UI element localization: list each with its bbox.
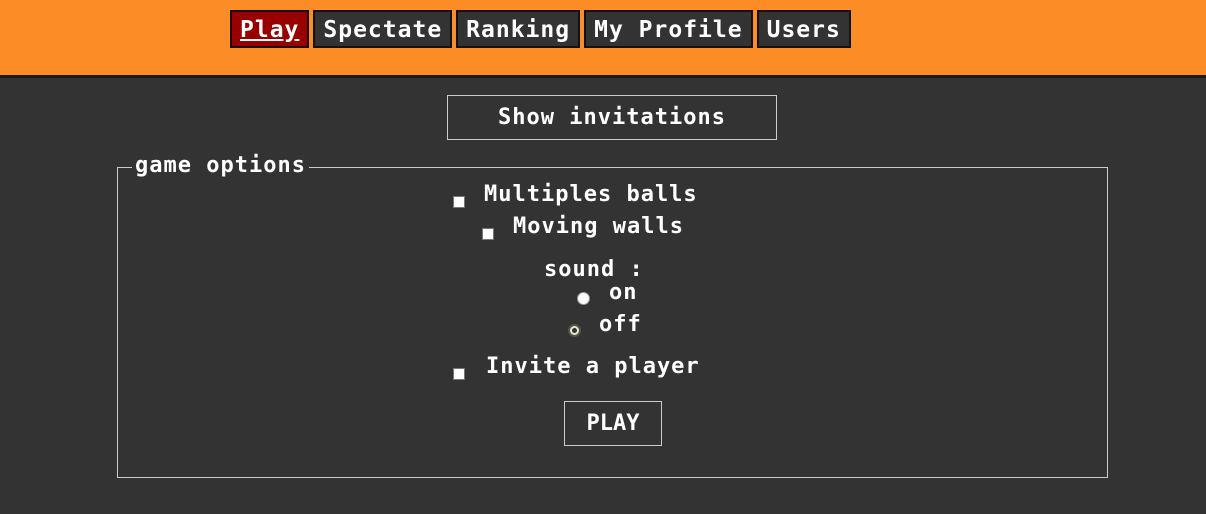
moving-walls-checkbox[interactable] [482, 228, 494, 240]
sound-on-label: on [609, 280, 638, 305]
game-options-panel: game options Multiples balls Moving wall… [117, 152, 1108, 478]
sound-off-label: off [599, 312, 642, 337]
top-bar: Play Spectate Ranking My Profile Users [0, 0, 1206, 78]
invite-player-label: Invite a player [486, 354, 700, 379]
nav-ranking[interactable]: Ranking [456, 10, 581, 48]
main-nav: Play Spectate Ranking My Profile Users [230, 10, 851, 48]
nav-users[interactable]: Users [756, 10, 851, 48]
sound-on-radio[interactable] [577, 292, 590, 305]
multiple-balls-checkbox[interactable] [453, 196, 465, 208]
game-options-legend: game options [132, 152, 309, 180]
nav-play[interactable]: Play [230, 10, 310, 48]
nav-my-profile[interactable]: My Profile [584, 10, 753, 48]
moving-walls-label: Moving walls [513, 214, 684, 239]
multiple-balls-label: Multiples balls [484, 182, 698, 207]
show-invitations-button[interactable]: Show invitations [447, 95, 777, 140]
play-button[interactable]: PLAY [564, 401, 662, 446]
sound-off-radio[interactable] [568, 324, 581, 337]
invite-player-checkbox[interactable] [453, 368, 465, 380]
nav-spectate[interactable]: Spectate [313, 10, 453, 48]
